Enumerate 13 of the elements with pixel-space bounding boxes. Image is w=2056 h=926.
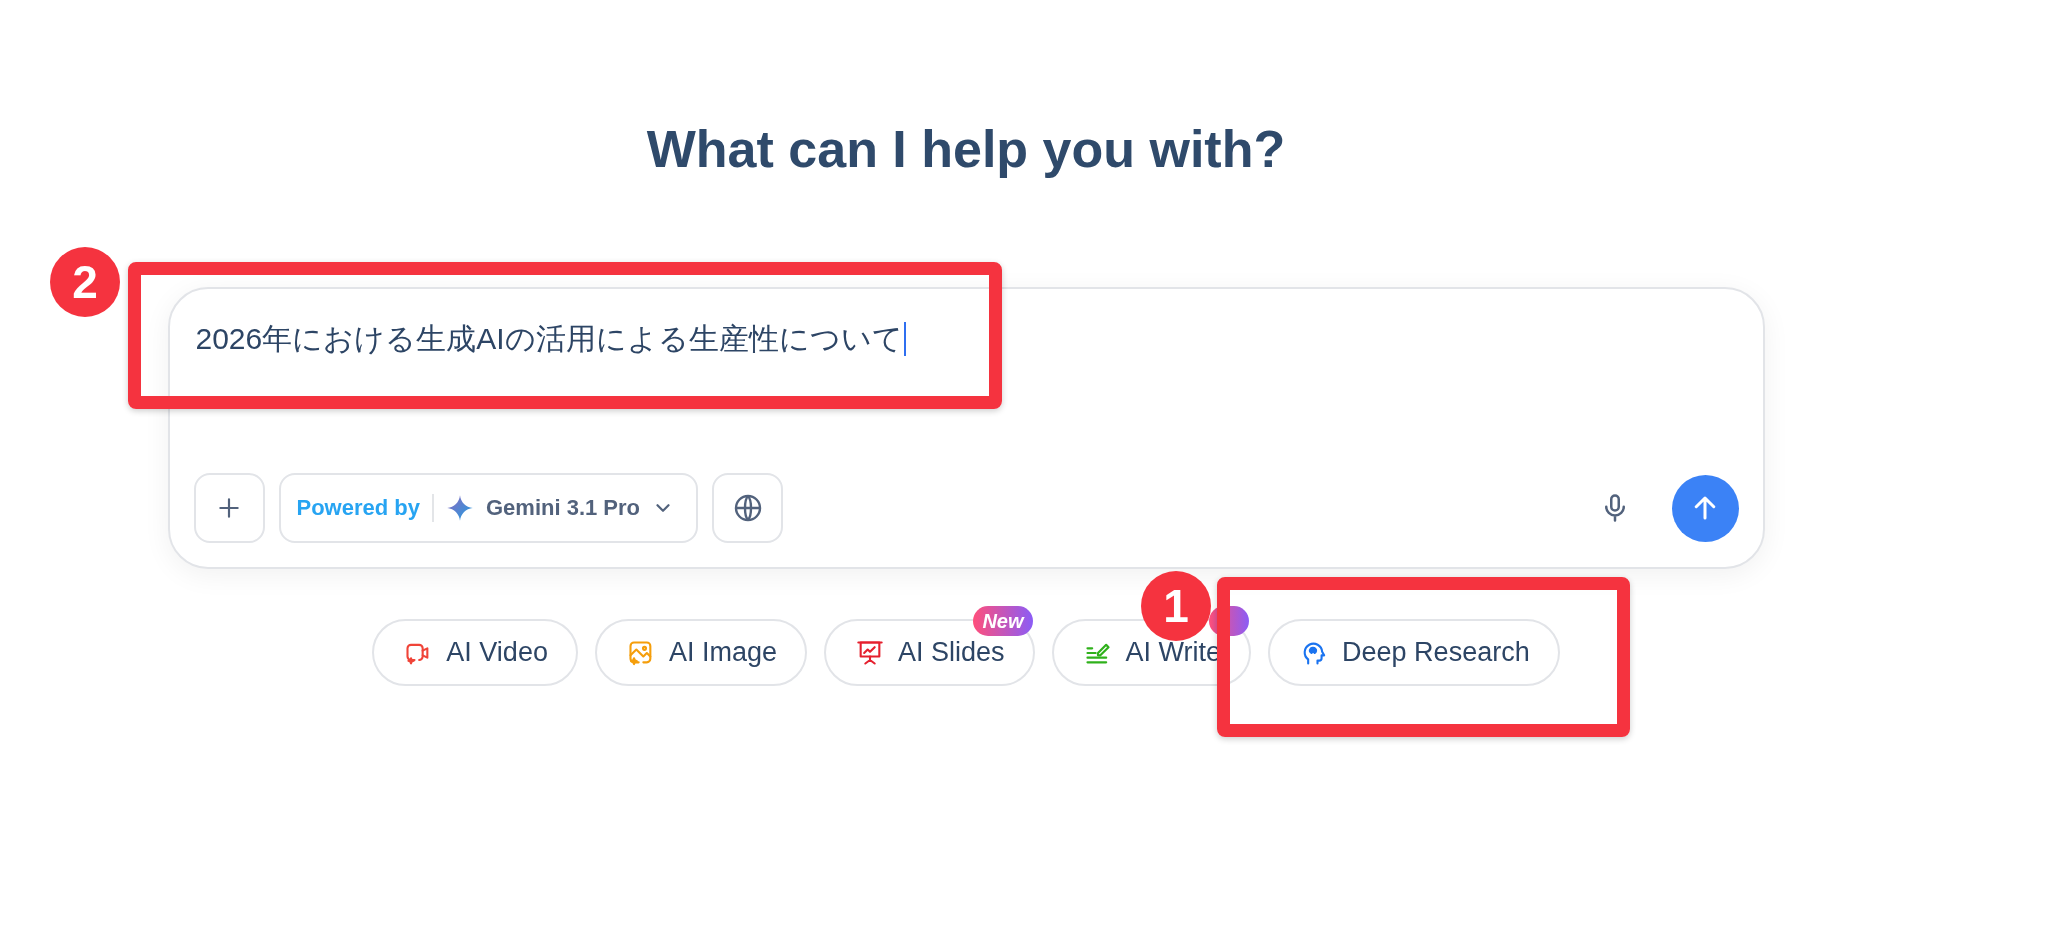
step-number: 2 <box>50 247 120 317</box>
sparkle-icon <box>446 494 474 522</box>
step-number: 1 <box>1141 571 1211 641</box>
plus-icon <box>216 495 242 521</box>
ai-video-chip[interactable]: AI Video <box>372 619 578 686</box>
page-heading: What can I help you with? <box>646 119 1286 180</box>
input-field[interactable]: 2026年における生成AIの活用による生産性について <box>193 319 1739 359</box>
deep-research-chip[interactable]: Deep Research <box>1268 619 1560 686</box>
presentation-icon <box>856 638 884 667</box>
web-search-button[interactable] <box>712 473 784 543</box>
model-selector[interactable]: Powered by Gemini 3.1 Pro <box>278 473 699 543</box>
ai-image-chip[interactable]: AI Image <box>594 619 807 686</box>
new-badge: New <box>973 606 1033 636</box>
